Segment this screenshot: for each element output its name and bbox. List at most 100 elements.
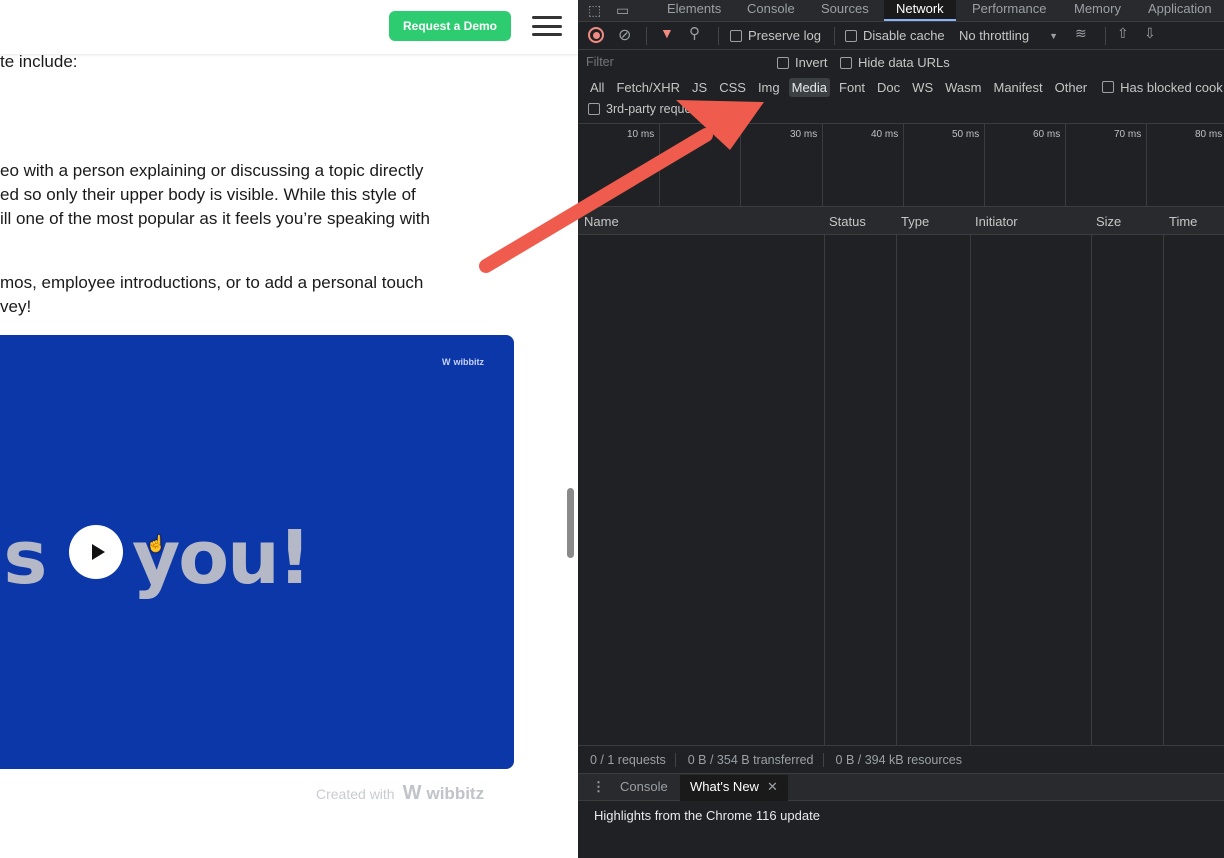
network-toolbar: ⊘ ▼ ⚲ Preserve log Disable cache No thro…: [578, 22, 1224, 50]
type-filter-font[interactable]: Font: [836, 78, 868, 97]
request-demo-button[interactable]: Request a Demo: [389, 11, 511, 41]
filter-row: Invert Hide data URLs: [578, 50, 1224, 74]
type-filter-ws[interactable]: WS: [909, 78, 936, 97]
devtools-tab-bar: ⬚ ▭ Elements Console Sources Network Per…: [578, 0, 1224, 22]
drawer-tab-bar: ⋮ Console What's New ✕: [578, 773, 1224, 801]
timeline-tick-label: 30 ms: [790, 129, 818, 140]
created-with-badge[interactable]: Created with W wibbitz: [316, 782, 484, 805]
paragraph-line: eo with a person explaining or discussin…: [0, 161, 424, 180]
checkbox-icon: [840, 56, 852, 69]
wibbitz-logo-icon: W: [442, 357, 451, 367]
network-requests-table: Name Status Type Initiator Size Time: [578, 207, 1224, 745]
checkbox-icon: [730, 29, 742, 42]
tab-memory[interactable]: Memory: [1074, 0, 1121, 21]
drawer-tab-whats-new[interactable]: What's New ✕: [680, 775, 788, 801]
network-table-header: Name Status Type Initiator Size Time: [578, 207, 1224, 235]
filter-input[interactable]: [582, 52, 762, 72]
filter-icon[interactable]: ▼: [660, 25, 674, 41]
column-header-initiator[interactable]: Initiator: [975, 214, 1018, 229]
tab-network[interactable]: Network: [884, 0, 956, 21]
timeline-tick-label: 60 ms: [1033, 129, 1061, 140]
created-with-brand: wibbitz: [426, 783, 485, 803]
column-header-name[interactable]: Name: [584, 214, 619, 229]
video-overlay-text: is: [0, 515, 47, 601]
hand-cursor-icon: ☝: [146, 536, 166, 553]
timeline-tick-label: 80 ms: [1195, 129, 1223, 140]
video-player[interactable]: W wibbitz is you!: [0, 335, 514, 769]
export-har-icon[interactable]: ⇩: [1144, 25, 1156, 42]
timeline-tick-label: 50 ms: [952, 129, 980, 140]
timeline-tick-label: 70 ms: [1114, 129, 1142, 140]
paragraph-line: mos, employee introductions, or to add a…: [0, 273, 424, 292]
type-filter-manifest[interactable]: Manifest: [990, 78, 1045, 97]
disable-cache-label: Disable cache: [863, 28, 945, 43]
disable-cache-checkbox[interactable]: Disable cache: [845, 28, 945, 43]
throttling-value: No throttling: [959, 28, 1030, 43]
type-filter-wasm[interactable]: Wasm: [942, 78, 984, 97]
third-party-requests-label: 3rd-party requests: [606, 102, 708, 116]
type-filter-css[interactable]: CSS: [716, 78, 749, 97]
devtools-panel: ⬚ ▭ Elements Console Sources Network Per…: [578, 0, 1224, 858]
paragraph-line: ill one of the most popular as it feels …: [0, 209, 430, 228]
resources-size: 0 B / 394 kB resources: [835, 752, 962, 767]
hamburger-menu-icon[interactable]: [532, 16, 562, 36]
tab-application[interactable]: Application: [1148, 0, 1212, 21]
device-toolbar-icon[interactable]: ▭: [616, 2, 629, 19]
type-filter-img[interactable]: Img: [755, 78, 783, 97]
paragraph-line: vey!: [0, 297, 32, 316]
type-filter-fetch-xhr[interactable]: Fetch/XHR: [613, 78, 683, 97]
tab-elements[interactable]: Elements: [667, 0, 721, 21]
checkbox-icon: [777, 56, 789, 69]
column-header-time[interactable]: Time: [1169, 214, 1197, 229]
tab-sources[interactable]: Sources: [821, 0, 869, 21]
paragraph-line: ed so only their upper body is visible. …: [0, 185, 416, 204]
wibbitz-logo-icon: W: [402, 782, 422, 804]
column-header-type[interactable]: Type: [901, 214, 929, 229]
close-icon[interactable]: ✕: [767, 779, 778, 794]
drawer-tab-console[interactable]: Console: [620, 779, 668, 794]
page-scrollbar[interactable]: [567, 488, 574, 558]
type-filter-all[interactable]: All: [587, 78, 607, 97]
search-icon[interactable]: ⚲: [689, 24, 700, 42]
invert-checkbox[interactable]: Invert: [777, 55, 828, 70]
video-logo-text: wibbitz: [453, 357, 485, 367]
checkbox-icon: [588, 103, 600, 115]
record-icon: [588, 27, 604, 43]
transferred-size: 0 B / 354 B transferred: [676, 752, 824, 767]
import-har-icon[interactable]: ⇧: [1117, 25, 1129, 42]
throttling-select[interactable]: No throttling ▼: [959, 28, 1058, 43]
play-icon: [91, 544, 105, 560]
play-button[interactable]: [69, 525, 123, 579]
invert-label: Invert: [795, 55, 828, 70]
type-filter-js[interactable]: JS: [689, 78, 710, 97]
drawer-menu-icon[interactable]: ⋮: [592, 779, 605, 795]
drawer-tab-whats-new-label: What's New: [690, 779, 759, 794]
column-header-status[interactable]: Status: [829, 214, 866, 229]
type-filter-media[interactable]: Media: [788, 77, 831, 97]
preserve-log-checkbox[interactable]: Preserve log: [730, 28, 821, 43]
checkbox-icon: [845, 29, 857, 42]
paragraph-intro: te include:: [0, 52, 78, 71]
clear-icon[interactable]: ⊘: [618, 25, 631, 45]
inspect-element-icon[interactable]: ⬚: [588, 2, 601, 19]
requests-count: 0 / 1 requests: [578, 752, 676, 767]
hide-data-urls-checkbox[interactable]: Hide data URLs: [840, 55, 950, 70]
whats-new-content: Highlights from the Chrome 116 update: [594, 808, 820, 823]
type-filter-doc[interactable]: Doc: [874, 78, 903, 97]
video-logo: W wibbitz: [442, 357, 484, 367]
column-header-size[interactable]: Size: [1096, 214, 1121, 229]
tab-console[interactable]: Console: [747, 0, 795, 21]
type-filter-other[interactable]: Other: [1052, 78, 1091, 97]
checkbox-icon: [1102, 81, 1115, 93]
network-timeline-overview[interactable]: 10 ms 30 ms 40 ms 50 ms 60 ms 70 ms 80 m…: [578, 123, 1224, 207]
created-with-label: Created with: [316, 785, 395, 802]
network-status-bar: 0 / 1 requests 0 B / 354 B transferred 0…: [578, 745, 1224, 773]
record-button[interactable]: [588, 27, 604, 43]
dropdown-arrow-icon: ▼: [1049, 30, 1059, 41]
has-blocked-cookies-checkbox[interactable]: Has blocked cook: [1102, 80, 1223, 95]
network-conditions-icon[interactable]: ≋: [1075, 25, 1087, 42]
has-blocked-cookies-label: Has blocked cook: [1120, 79, 1223, 95]
timeline-tick-label: 40 ms: [871, 129, 899, 140]
tab-performance[interactable]: Performance: [972, 0, 1046, 21]
third-party-requests-checkbox[interactable]: 3rd-party requests: [588, 102, 707, 116]
